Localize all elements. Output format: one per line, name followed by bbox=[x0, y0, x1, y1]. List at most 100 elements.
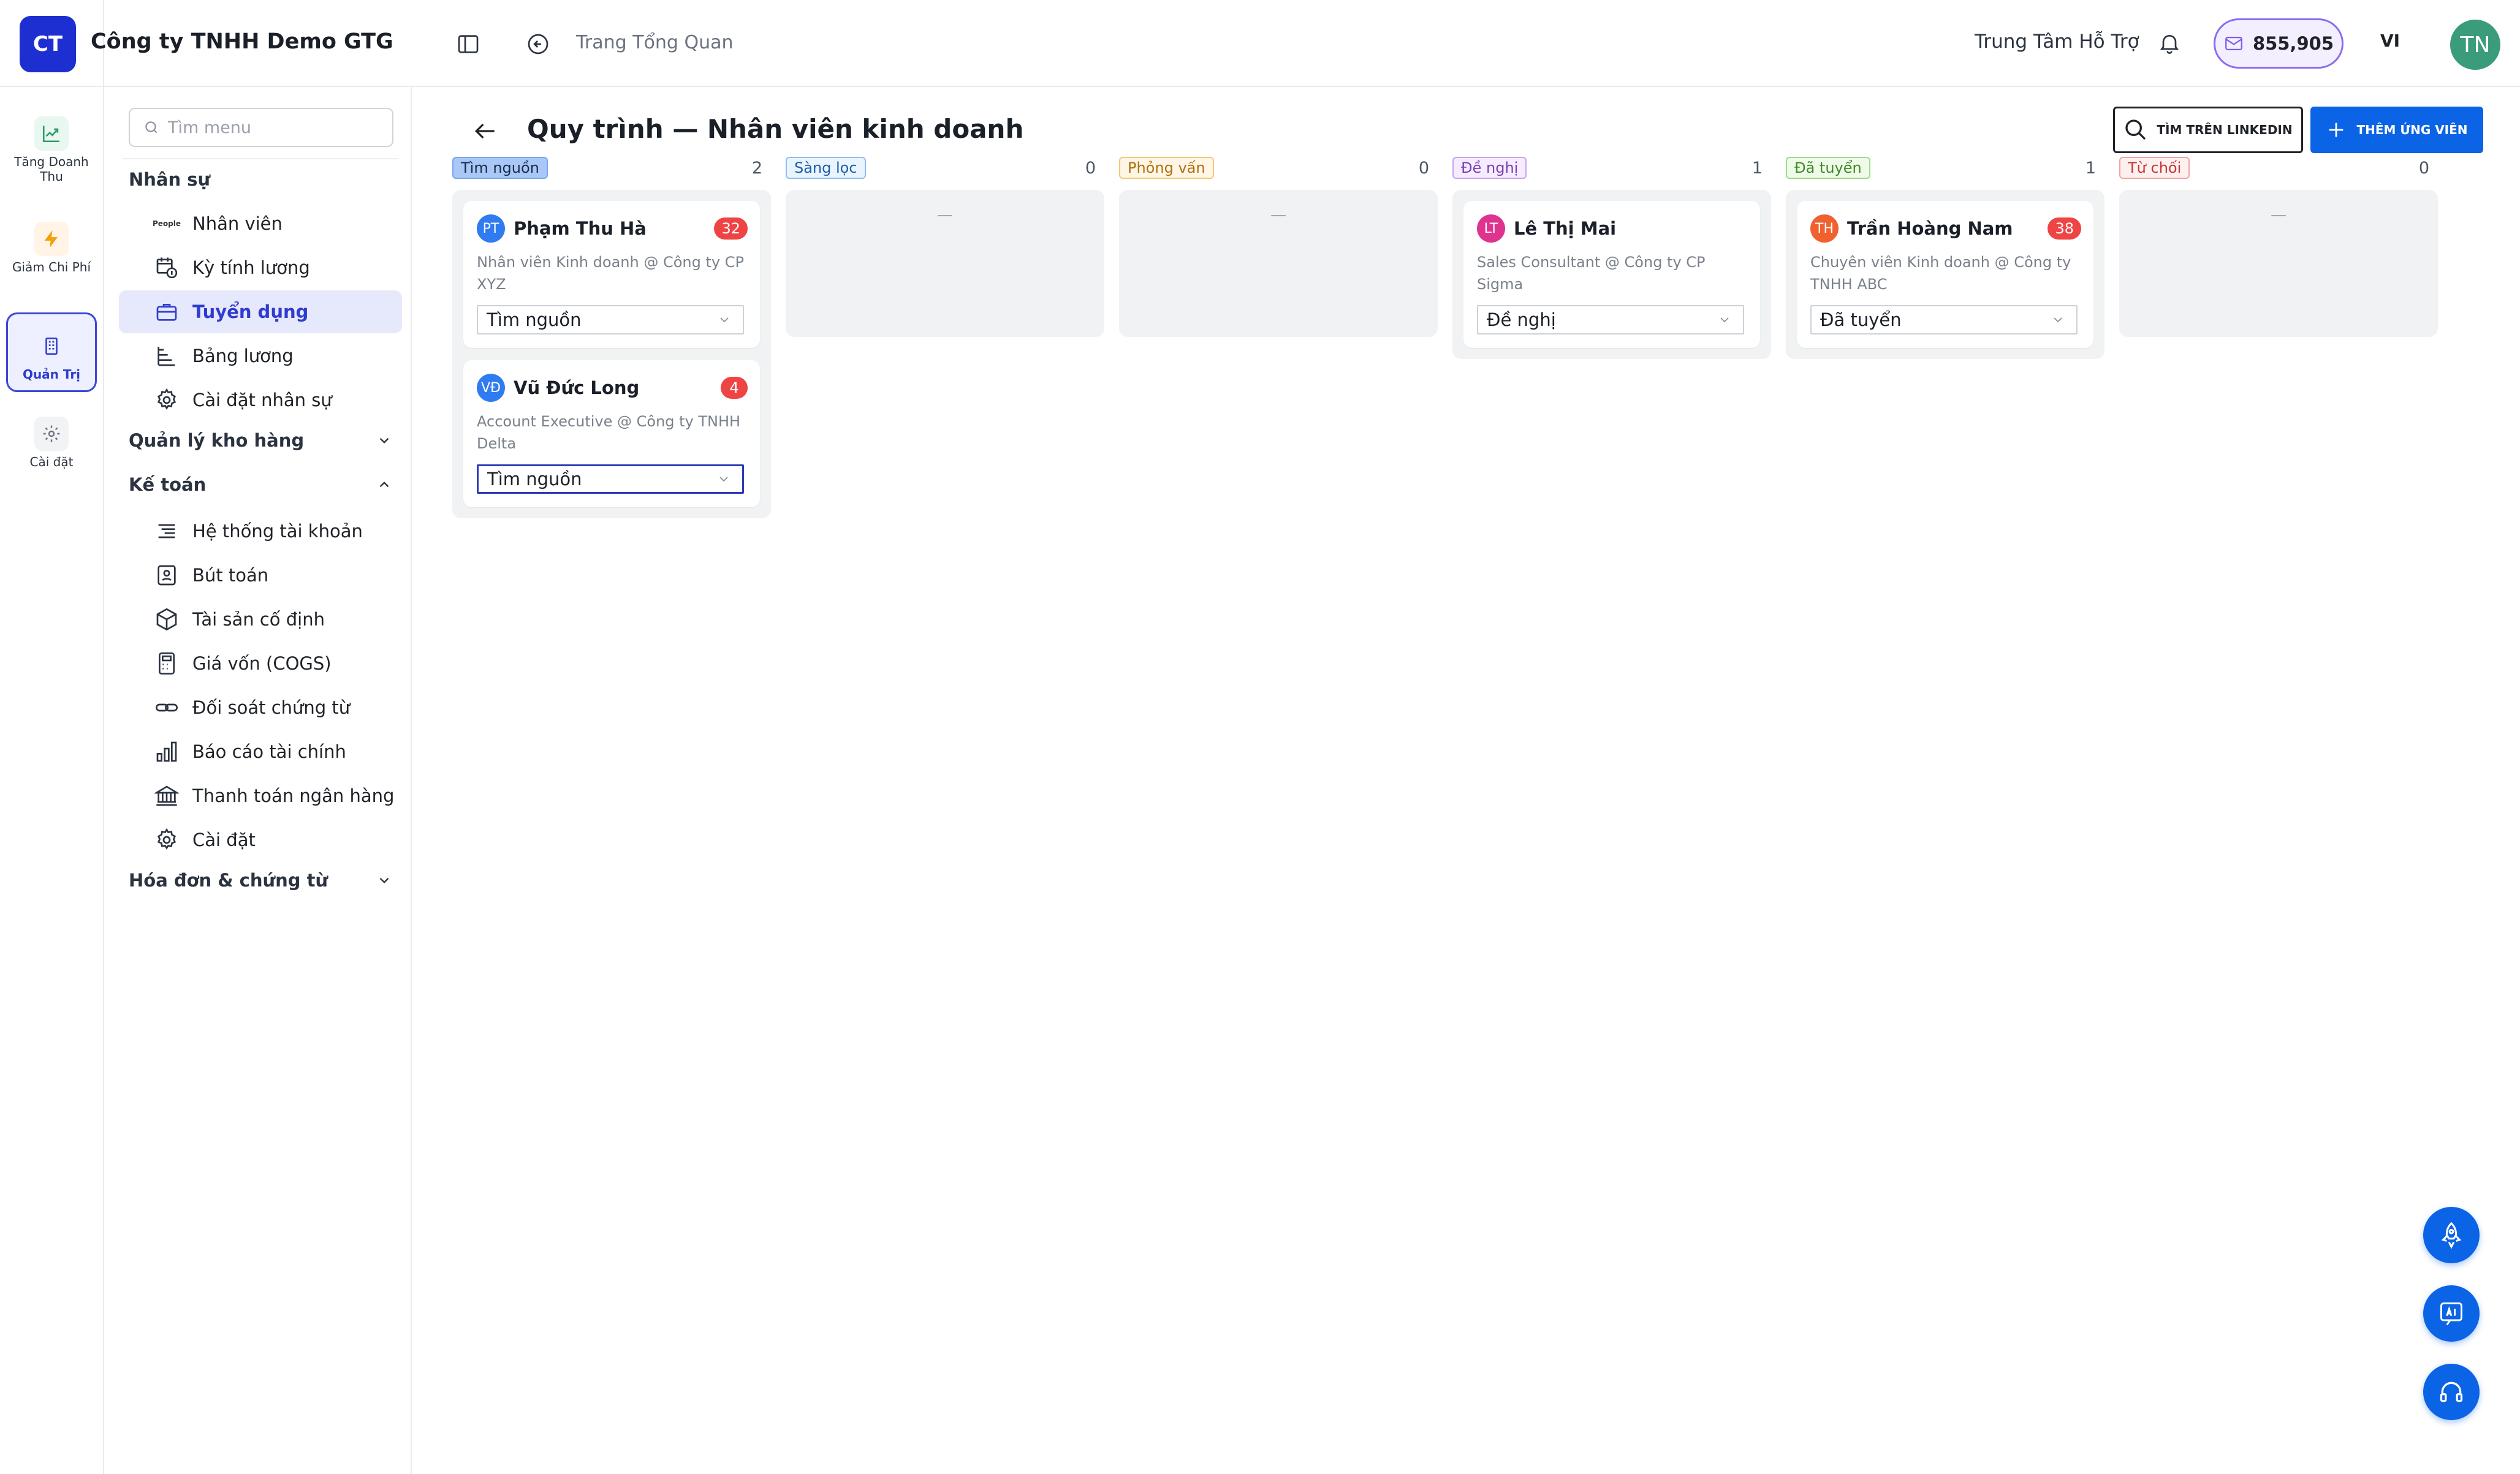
column-drop-zone[interactable]: LT Lê Thị Mai Sales Consultant @ Công ty C… bbox=[1452, 190, 1771, 359]
chevron-down-icon bbox=[1720, 317, 1729, 323]
arrow-left-icon bbox=[474, 123, 495, 139]
candidate-role: Account Executive @ Công ty TNHH Delta bbox=[477, 413, 741, 452]
back-button[interactable] bbox=[468, 114, 503, 148]
section-label: Quản lý kho hàng bbox=[129, 430, 305, 451]
building-icon bbox=[34, 329, 69, 363]
candidate-avatar: VĐ bbox=[477, 374, 505, 402]
stage-count: 0 bbox=[1418, 158, 1429, 178]
support-headset-button[interactable] bbox=[2423, 1364, 2480, 1420]
menu-item-payroll-period[interactable]: Kỳ tính lương bbox=[119, 246, 402, 289]
menu-section-accounting[interactable]: Kế toán bbox=[129, 474, 392, 495]
rail-item-revenue[interactable]: Tăng Doanh Thu bbox=[6, 116, 97, 184]
column-drop-zone[interactable]: — bbox=[1119, 190, 1438, 337]
candidate-name: Vũ Đức Long bbox=[514, 377, 640, 398]
plus-icon bbox=[2329, 123, 2344, 137]
rail-item-cost[interactable]: Giảm Chi Phí bbox=[6, 222, 97, 274]
stage-count: 0 bbox=[2418, 158, 2429, 178]
main-content: Quy trình — Nhân viên kinh doanh TÌM TRÊ… bbox=[412, 87, 2520, 1474]
menu-section-invoices[interactable]: Hóa đơn & chứng từ bbox=[129, 870, 392, 891]
column-drop-zone[interactable]: — bbox=[2119, 190, 2438, 337]
candidate-card[interactable]: PT Phạm Thu Hà 32 Nhân viên Kinh doanh @ Cô… bbox=[463, 201, 760, 348]
breadcrumb[interactable]: Trang Tổng Quan bbox=[576, 32, 734, 53]
menu-item-reconciliation[interactable]: Đối soát chứng từ bbox=[119, 686, 402, 729]
journal-icon bbox=[153, 562, 180, 589]
menu-item-journal[interactable]: Bút toán bbox=[119, 554, 402, 597]
side-menu: Nhân sự People Nhân viên Kỳ tính lương T… bbox=[104, 87, 412, 1474]
headset-icon bbox=[2440, 1381, 2463, 1402]
menu-section-warehouse[interactable]: Quản lý kho hàng bbox=[129, 430, 392, 451]
sidebar-toggle-button[interactable] bbox=[451, 27, 485, 61]
stage-select[interactable]: Tìm nguồn bbox=[477, 305, 744, 334]
score-badge: 4 bbox=[721, 377, 748, 399]
menu-item-hr-settings[interactable]: Cài đặt nhân sự bbox=[119, 379, 402, 421]
menu-section-hr[interactable]: Nhân sự bbox=[129, 169, 392, 190]
add-candidate-button[interactable]: THÊM ỨNG VIÊN bbox=[2310, 107, 2483, 153]
menu-item-accounting-settings[interactable]: Cài đặt bbox=[119, 818, 402, 861]
user-avatar[interactable]: TN bbox=[2450, 20, 2500, 70]
rail-item-admin[interactable]: Quản Trị bbox=[6, 312, 97, 392]
menu-item-label: Tài sản cố định bbox=[192, 609, 325, 630]
menu-search[interactable] bbox=[129, 108, 393, 147]
chevron-up-icon bbox=[379, 482, 389, 488]
bell-icon bbox=[2160, 35, 2179, 54]
rail-item-settings[interactable]: Cài đặt bbox=[6, 417, 97, 469]
menu-item-fixed-assets[interactable]: Tài sản cố định bbox=[119, 598, 402, 641]
candidate-role: Sales Consultant @ Công ty CP Sigma bbox=[1477, 254, 1706, 293]
search-linkedin-button[interactable]: TÌM TRÊN LINKEDIN bbox=[2113, 107, 2303, 153]
menu-item-label: Cài đặt nhân sự bbox=[192, 390, 332, 410]
stage-select[interactable]: Đề nghị bbox=[1477, 305, 1744, 334]
ai-assistant-button[interactable] bbox=[2423, 1207, 2480, 1263]
link-icon bbox=[153, 694, 180, 721]
rail-item-label: Giảm Chi Phí bbox=[12, 260, 91, 274]
candidate-card[interactable]: LT Lê Thị Mai Sales Consultant @ Công ty C… bbox=[1463, 201, 1760, 348]
menu-item-financial-reports[interactable]: Báo cáo tài chính bbox=[119, 730, 402, 773]
stage-count: 1 bbox=[1751, 158, 1763, 178]
column-drop-zone[interactable]: TH Trần Hoàng Nam 38 Chuyên viên Kinh doanh… bbox=[1786, 190, 2104, 359]
candidate-avatar: TH bbox=[1810, 214, 1839, 243]
sidebar-icon bbox=[458, 35, 479, 53]
support-center-link[interactable]: Trung Tâm Hỗ Trợ bbox=[1975, 31, 2139, 53]
lines-icon bbox=[153, 518, 180, 545]
calendar-money-icon bbox=[153, 254, 180, 281]
rail-item-label: Cài đặt bbox=[29, 455, 74, 469]
column-header: Phỏng vấn 0 bbox=[1119, 154, 1438, 181]
menu-item-chart-of-accounts[interactable]: Hệ thống tài khoản bbox=[119, 510, 402, 553]
candidate-card[interactable]: VĐ Vũ Đức Long 4 Account Executive @ Công t… bbox=[463, 360, 760, 507]
menu-item-label: Bút toán bbox=[192, 565, 269, 586]
gear-icon bbox=[153, 826, 180, 853]
candidate-name: Lê Thị Mai bbox=[1514, 218, 1617, 239]
menu-item-payroll[interactable]: Bảng lương bbox=[119, 334, 402, 377]
credits-badge[interactable]: 855,905 bbox=[2214, 18, 2344, 69]
menu-item-bank-payment[interactable]: Thanh toán ngân hàng bbox=[119, 774, 402, 817]
button-label: TÌM TRÊN LINKEDIN bbox=[2157, 123, 2293, 137]
candidate-avatar: LT bbox=[1477, 214, 1505, 243]
stage-tag: Đề nghị bbox=[1452, 157, 1527, 179]
stage-select-value: Đề nghị bbox=[1487, 309, 1556, 330]
menu-item-recruitment[interactable]: Tuyển dụng bbox=[119, 290, 402, 333]
column-drop-zone[interactable]: — bbox=[786, 190, 1104, 337]
ai-chat-button[interactable] bbox=[2423, 1285, 2480, 1342]
stage-tag: Từ chối bbox=[2119, 157, 2190, 179]
briefcase-icon bbox=[153, 298, 180, 325]
back-circle-button[interactable] bbox=[521, 27, 555, 61]
empty-marker: — bbox=[1270, 206, 1286, 224]
language-switcher[interactable]: VI bbox=[2380, 31, 2400, 51]
notifications-button[interactable] bbox=[2152, 26, 2187, 60]
pipeline-column: Đã tuyển 1 TH Trần Hoàng Nam 38 Chuyên viên K… bbox=[1786, 154, 2104, 359]
menu-item-label: Giá vốn (COGS) bbox=[192, 653, 332, 674]
menu-item-cogs[interactable]: Giá vốn (COGS) bbox=[119, 642, 402, 685]
top-bar: Trang Tổng Quan Trung Tâm Hỗ Trợ 855,905… bbox=[412, 0, 2520, 87]
column-drop-zone[interactable]: PT Phạm Thu Hà 32 Nhân viên Kinh doanh @ Cô… bbox=[452, 190, 771, 518]
menu-search-input[interactable] bbox=[168, 118, 389, 137]
stage-select-value: Tìm nguồn bbox=[487, 469, 582, 489]
stage-select[interactable]: Tìm nguồn bbox=[477, 464, 744, 494]
gear-icon bbox=[153, 387, 180, 414]
gear-icon bbox=[34, 417, 69, 451]
bar-chart-icon bbox=[153, 738, 180, 765]
arrow-left-circle-icon bbox=[528, 34, 548, 55]
stage-select[interactable]: Đã tuyển bbox=[1810, 305, 2078, 334]
menu-item-employees[interactable]: People Nhân viên bbox=[119, 202, 402, 245]
column-header: Từ chối 0 bbox=[2119, 154, 2438, 181]
icon-rail: CT Tăng Doanh Thu Giảm Chi Phí Quản Trị … bbox=[0, 0, 104, 1474]
candidate-card[interactable]: TH Trần Hoàng Nam 38 Chuyên viên Kinh doanh… bbox=[1797, 201, 2093, 348]
